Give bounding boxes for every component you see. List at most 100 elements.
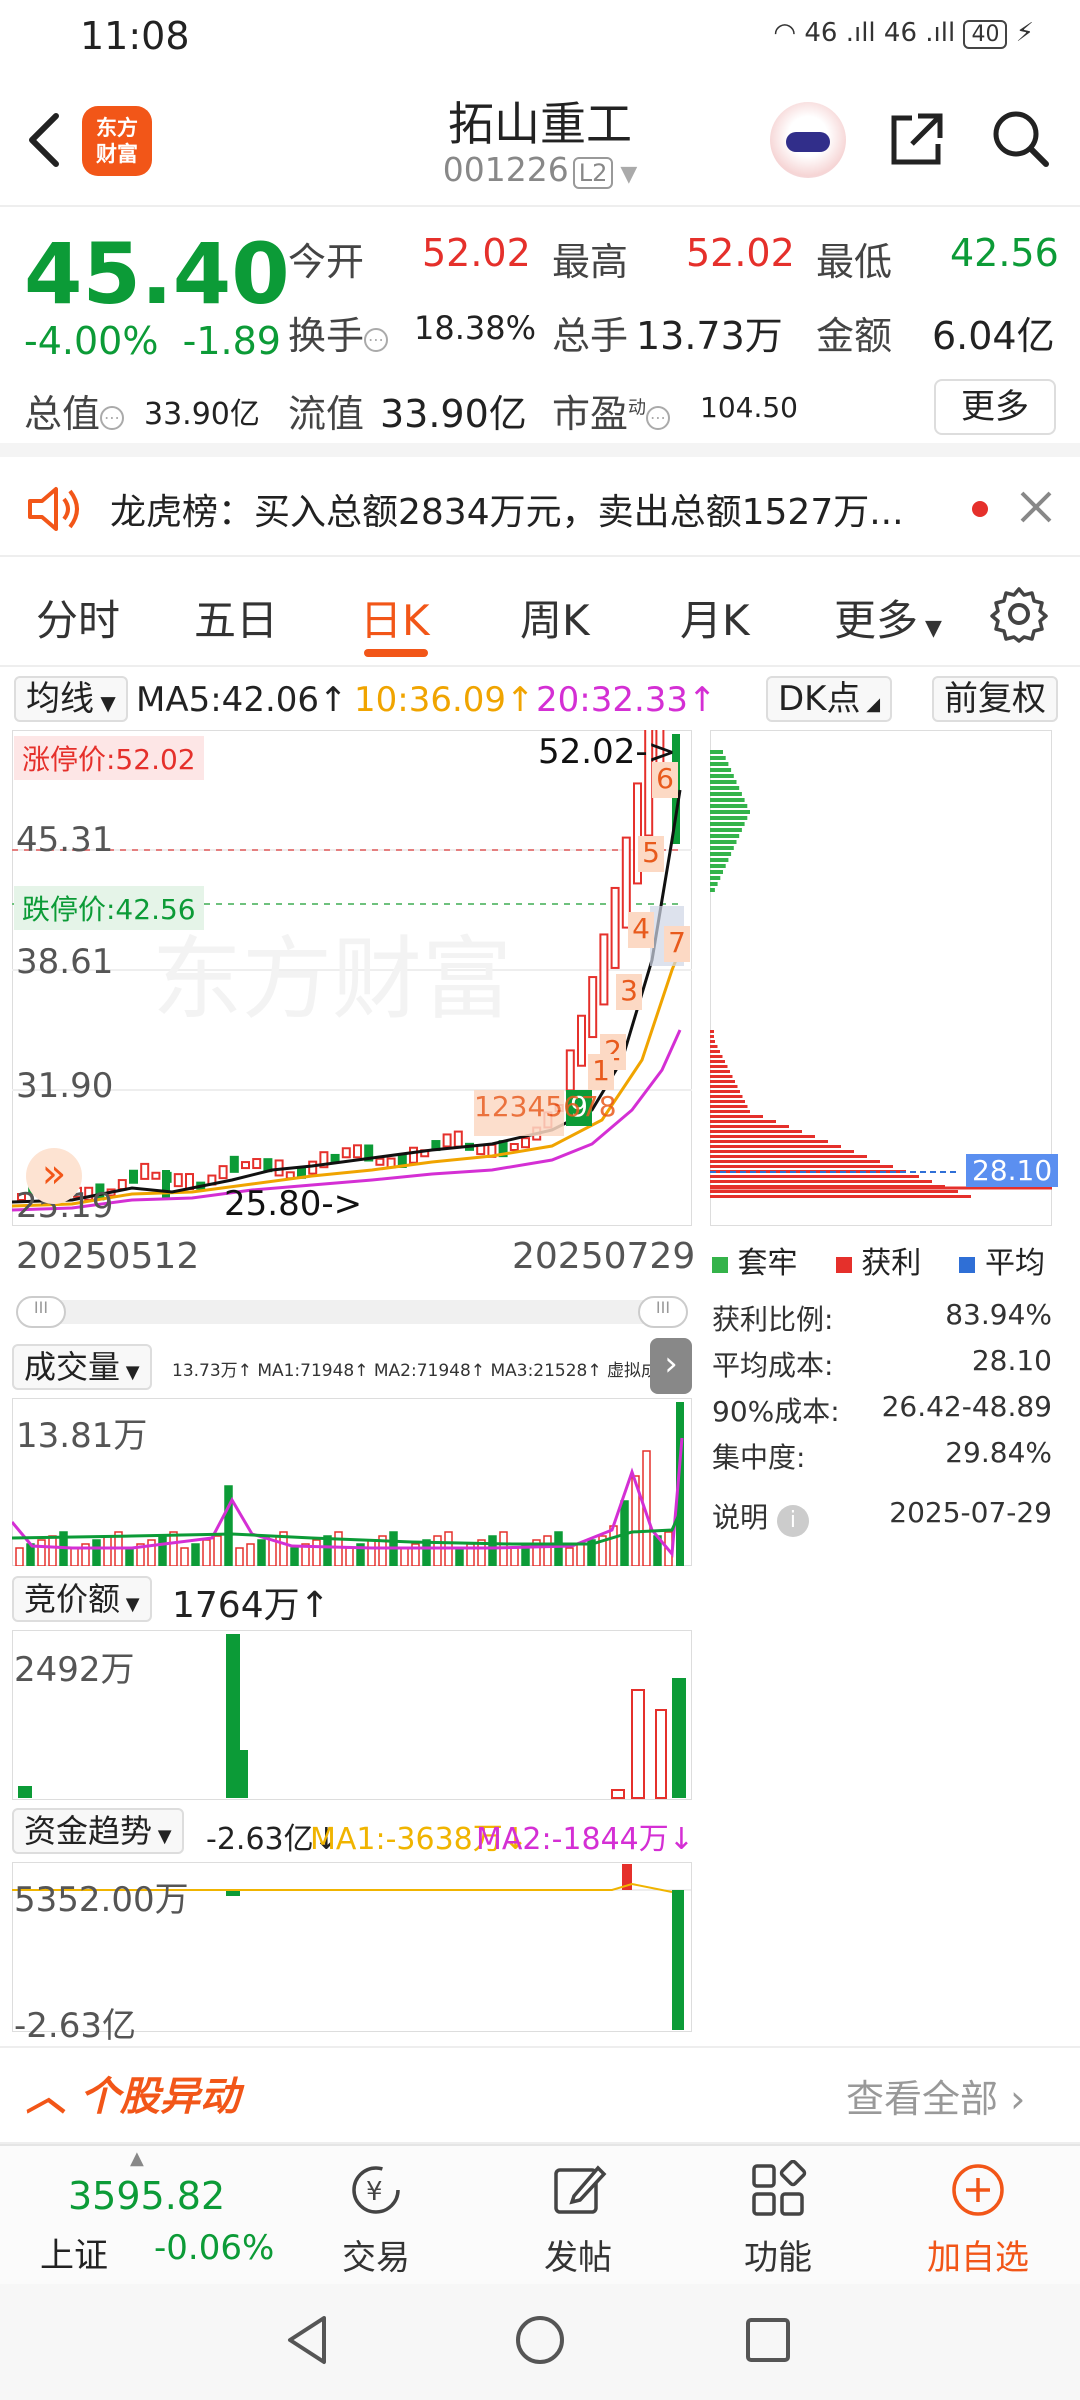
candle	[162, 1170, 170, 1200]
volume-bar	[169, 1531, 178, 1566]
header: 东方 财富 拓山重工 001226 L2 ▼	[0, 72, 1080, 207]
chip-note[interactable]: 说明 i 2025-07-29	[712, 1496, 1052, 1537]
pe-value: 104.50	[700, 391, 798, 424]
volume-bar	[323, 1535, 332, 1566]
auction-selector[interactable]: 竞价额 ▼	[12, 1576, 152, 1622]
ai-assistant-icon[interactable]	[770, 102, 846, 178]
chip-bar	[710, 756, 726, 760]
chip-bar	[710, 816, 748, 820]
y-tick-3: 31.90	[16, 1066, 114, 1106]
volume-bar	[367, 1539, 376, 1566]
chip-bar	[710, 798, 745, 802]
active-tab-indicator	[364, 649, 428, 657]
tab-weekly-k[interactable]: 周K	[520, 587, 590, 648]
seq-cluster: 12345678	[474, 1090, 617, 1136]
volume-bar	[433, 1535, 442, 1566]
chip-bar	[710, 870, 723, 874]
chip-bar	[710, 1050, 720, 1053]
candle	[117, 1179, 127, 1191]
edit-icon	[554, 2165, 607, 2214]
volume-bar	[158, 1535, 167, 1566]
candle	[140, 1162, 150, 1180]
index-value[interactable]: 3595.82	[68, 2174, 225, 2218]
high-label: 最高	[552, 240, 629, 284]
dk-point-button[interactable]: DK点 ◢	[766, 676, 893, 722]
functions-button[interactable]: 功能	[698, 2160, 858, 2279]
range-handle-right[interactable]: III	[638, 1296, 688, 1328]
share-icon[interactable]	[884, 108, 948, 172]
mktcap-label: 总值 ⋯	[24, 383, 125, 438]
expand-left-icon[interactable]: »	[26, 1148, 82, 1204]
amount-value: 6.04亿	[932, 314, 1055, 358]
volume-bar	[345, 1547, 354, 1566]
chip-bar	[710, 1095, 743, 1098]
tab-more[interactable]: 更多 ▼	[834, 587, 942, 648]
float-label: 流值	[288, 392, 365, 436]
volume-bar	[246, 1543, 255, 1566]
ma5-value: MA5:42.06↑	[136, 680, 348, 720]
more-button[interactable]: 更多	[934, 379, 1056, 435]
open-label: 今开	[288, 240, 365, 284]
tab-daily-k[interactable]: 日K	[360, 587, 430, 648]
abnormal-section[interactable]: ︿ 个股异动 查看全部 ›	[0, 2046, 1080, 2144]
turnover-value: 18.38%	[414, 309, 537, 347]
add-watchlist-button[interactable]: 加自选	[898, 2160, 1058, 2279]
legend-swatch-trapped	[712, 1257, 728, 1273]
chip-bar	[710, 858, 729, 862]
dragon-tiger-notice[interactable]: 龙虎榜：买入总额2834万元，卖出总额1527万...	[0, 457, 1080, 557]
range-handle-left[interactable]: III	[16, 1296, 66, 1328]
kline-chart[interactable]: 东方财富	[12, 730, 692, 1226]
chip-bar	[710, 1060, 725, 1063]
trade-icon: ¥	[352, 2166, 400, 2214]
close-icon[interactable]	[1018, 489, 1054, 525]
chip-bar	[710, 1120, 776, 1123]
chip-bar	[710, 1040, 715, 1043]
tab-five-day[interactable]: 五日	[194, 587, 278, 648]
search-icon[interactable]	[988, 106, 1052, 170]
tab-monthly-k[interactable]: 月K	[680, 587, 750, 648]
post-button[interactable]: 发帖	[498, 2160, 658, 2279]
price-adjust-button[interactable]: 前复权	[932, 676, 1058, 722]
settings-gear-icon[interactable]	[990, 585, 1048, 643]
volume-bar	[180, 1547, 189, 1566]
nav-back-icon[interactable]	[280, 2312, 336, 2368]
nav-recents-icon[interactable]	[740, 2312, 796, 2368]
volume-bar	[48, 1535, 57, 1566]
chip-bar	[710, 828, 742, 832]
limit-up-label: 涨停价:52.02	[14, 736, 204, 780]
fund-trend-ma2: MA2:-1844万↓	[476, 1822, 694, 1857]
candle	[252, 1158, 262, 1170]
status-bar: 11:08 ◠ 46 .ıll 46 .ıll 40 ⚡	[0, 0, 1080, 72]
volume-ymax: 13.81万	[16, 1416, 148, 1456]
candle	[577, 1014, 586, 1067]
nav-home-icon[interactable]	[512, 2312, 568, 2368]
volume-bar	[92, 1539, 101, 1566]
volume-bar	[290, 1547, 299, 1566]
chip-bar	[710, 1175, 919, 1178]
low-marker: 25.80->	[224, 1184, 363, 1224]
volume-bar	[510, 1547, 519, 1566]
chip-bar	[710, 786, 740, 790]
volume-bar	[455, 1547, 464, 1566]
view-all-link[interactable]: 查看全部 ›	[846, 2068, 1025, 2123]
volume-selector[interactable]: 成交量 ▼	[12, 1344, 152, 1390]
chip-bar	[710, 888, 715, 892]
ma-selector[interactable]: 均线 ▼	[14, 676, 128, 722]
candle	[229, 1155, 239, 1173]
tab-intraday[interactable]: 分时	[36, 587, 120, 648]
fund-trend-selector[interactable]: 资金趋势 ▼	[12, 1808, 184, 1854]
info-icon: ⋯	[100, 406, 125, 430]
fund-trend-ybottom: -2.63亿	[14, 2006, 136, 2046]
legend-swatch-average	[959, 1257, 976, 1273]
volume-label: 总手	[552, 314, 629, 358]
candle	[330, 1153, 340, 1162]
range-scrollbar[interactable]: III III	[16, 1296, 688, 1328]
chip-distribution-chart	[710, 730, 1052, 1226]
chevron-right-icon[interactable]: ›	[650, 1338, 692, 1394]
seq-marker: 7	[664, 926, 690, 962]
volume-stats: 13.73万↑ MA1:71948↑ MA2:71948↑ MA3:21528↑…	[172, 1361, 652, 1381]
trade-button[interactable]: ¥ 交易	[296, 2160, 456, 2279]
index-expand-icon[interactable]: ▲	[130, 2148, 144, 2169]
chip-bar	[710, 1130, 802, 1133]
volume-bar	[15, 1547, 24, 1566]
